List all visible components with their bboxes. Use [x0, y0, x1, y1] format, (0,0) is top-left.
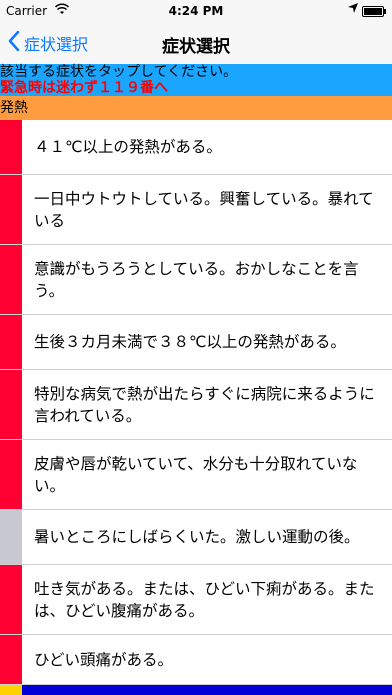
severity-indicator [0, 315, 22, 369]
screen: Carrier 4:24 PM 症状選択 症状選択 該当する症状をタップしてくだ… [0, 0, 392, 695]
symptom-row[interactable]: 吐き気がある。または、ひどい下痢がある。または、ひどい腹痛がある。 [0, 565, 392, 635]
emergency-warning: 緊急時は迷わず１１９番へ [0, 80, 168, 96]
location-arrow-icon [348, 3, 358, 16]
symptom-list: ４１℃以上の発熱がある。一日中ウトウトしている。興奮している。暴れている 意識がも… [0, 120, 392, 695]
battery-icon [362, 6, 386, 17]
symptom-row[interactable]: ひどい頭痛がある。 [0, 635, 392, 685]
symptom-row[interactable]: 一日中ウトウトしている。興奮している。暴れている [0, 175, 392, 245]
severity-indicator [0, 245, 22, 314]
symptom-label: 生後３カ月未満で３８℃以上の発熱がある。 [34, 333, 346, 351]
severity-indicator [0, 370, 22, 439]
symptom-label: ひどい頭痛がある。 [34, 650, 174, 669]
symptom-row[interactable]: ４１℃以上の発熱がある。 [0, 120, 392, 175]
symptom-label: 暑いところにしばらくいた。激しい運動の後。 [34, 528, 360, 546]
none-apply-label: 以上の項目にあてはまらない [22, 685, 392, 695]
symptom-label: 特別な病気で熱が出たらすぐに病院に来るように言われている。 [34, 384, 375, 425]
instruction-text: 該当する症状をタップしてください。 [0, 64, 238, 80]
status-bar: Carrier 4:24 PM [0, 0, 392, 22]
symptom-label: 吐き気がある。または、ひどい下痢がある。または、ひどい腹痛がある。 [34, 579, 375, 620]
symptom-row[interactable]: 皮膚や唇が乾いていて、水分も十分取れていない。 [0, 440, 392, 510]
severity-indicator [0, 510, 22, 564]
symptom-row[interactable]: 暑いところにしばらくいた。激しい運動の後。 [0, 510, 392, 565]
page-title: 症状選択 [162, 37, 230, 57]
severity-indicator [0, 635, 22, 684]
navigation-bar: 症状選択 症状選択 [0, 22, 392, 65]
severity-indicator [0, 685, 22, 695]
instruction-banner: 該当する症状をタップしてください。 緊急時は迷わず１１９番へ [0, 64, 392, 96]
symptom-label: 意識がもうろうとしている。おかしなことを言う。 [34, 259, 359, 300]
symptom-row[interactable]: 特別な病気で熱が出たらすぐに病院に来るように言われている。 [0, 370, 392, 440]
severity-indicator [0, 120, 22, 174]
symptom-label: ４１℃以上の発熱がある。 [34, 138, 222, 156]
symptom-row[interactable]: 生後３カ月未満で３８℃以上の発熱がある。 [0, 315, 392, 370]
none-apply-row[interactable]: 以上の項目にあてはまらない [0, 685, 392, 695]
severity-indicator [0, 175, 22, 244]
symptom-label: 皮膚や唇が乾いていて、水分も十分取れていない。 [34, 454, 358, 495]
symptom-row[interactable]: 意識がもうろうとしている。おかしなことを言う。 [0, 245, 392, 315]
severity-indicator [0, 565, 22, 634]
status-time: 4:24 PM [168, 4, 224, 18]
severity-indicator [0, 440, 22, 509]
section-header: 発熱 [0, 96, 392, 120]
symptom-label: 一日中ウトウトしている。興奮している。暴れている [34, 189, 374, 230]
